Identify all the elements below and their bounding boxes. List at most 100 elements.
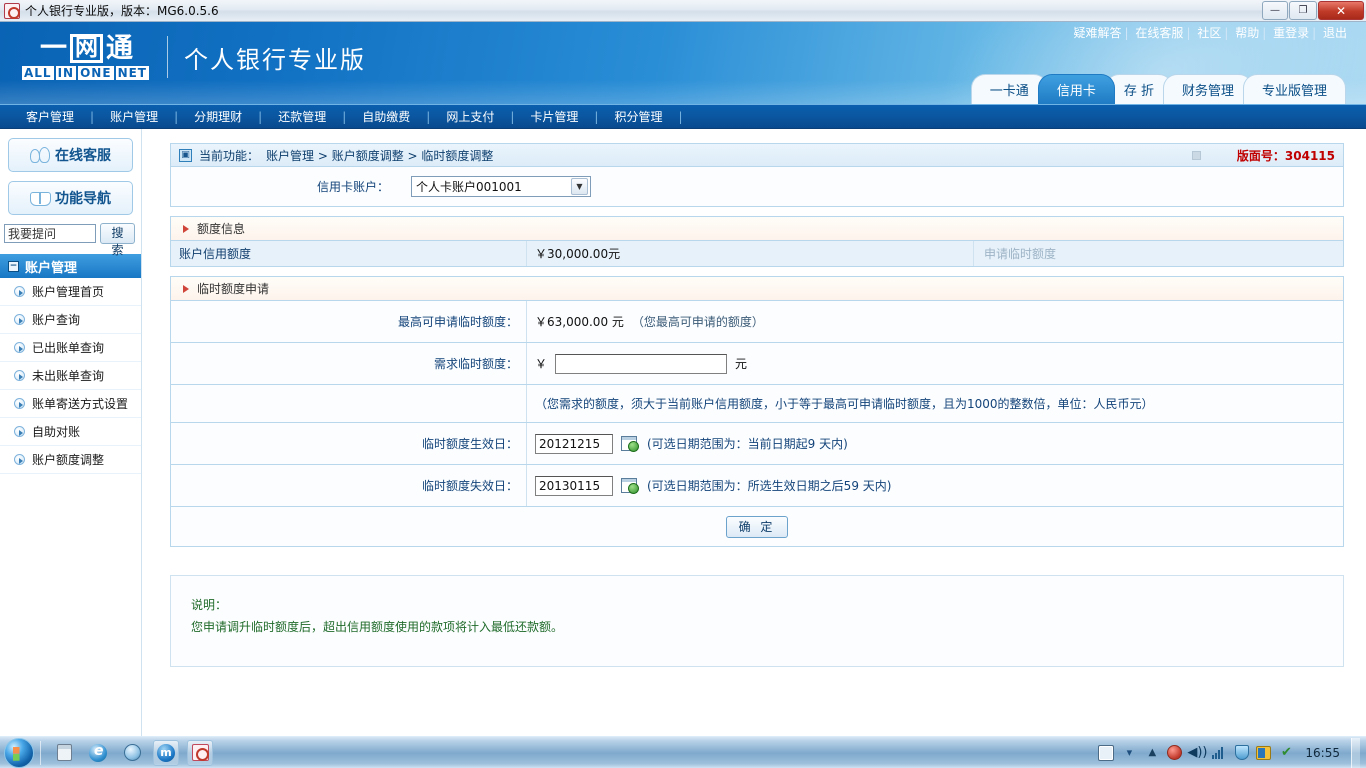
nav-item-customer[interactable]: 客户管理 xyxy=(10,108,90,125)
nav-item-self-payment[interactable]: 自助缴费 xyxy=(346,108,426,125)
collapse-toggle-icon[interactable]: − xyxy=(8,260,19,272)
requested-limit-input[interactable] xyxy=(555,353,728,374)
credit-card-account-select[interactable]: 个人卡账户001001 ▼ xyxy=(411,176,591,197)
network-signal-icon[interactable] xyxy=(1212,746,1228,759)
maxthon-browser-icon[interactable]: m xyxy=(153,739,179,766)
calculator-icon[interactable] xyxy=(51,740,77,766)
logo-mark: 一 网 通 ALL IN ONE NET xyxy=(22,34,151,80)
restore-button[interactable]: ❐ xyxy=(1289,1,1317,20)
expiry-date-label: 临时额度失效日： xyxy=(421,479,518,493)
logo-word-all: ALL xyxy=(22,66,54,80)
internet-explorer-icon[interactable] xyxy=(85,740,111,766)
sidebar-item-self-reconciliation[interactable]: 自助对账 xyxy=(0,418,141,446)
breadcrumb-path: 账户管理 > 账户额度调整 > 临时额度调整 xyxy=(266,148,494,163)
maxthon-glyph: m xyxy=(157,743,175,762)
row-requested-limit: 需求临时额度： ￥ 元 xyxy=(170,343,1344,385)
nav-item-online-payment[interactable]: 网上支付 xyxy=(430,108,510,125)
expiry-date-input[interactable] xyxy=(535,475,613,496)
nav-item-repayment[interactable]: 还款管理 xyxy=(262,108,342,125)
logo-english-tagline: ALL IN ONE NET xyxy=(22,66,151,80)
book-icon xyxy=(30,190,51,206)
row-effective-date: 临时额度生效日： (可选日期范围为：当前日期起9 天内) xyxy=(170,423,1344,465)
office-icon[interactable] xyxy=(1256,745,1272,760)
credit-limit-value: ￥30,000.00元 xyxy=(526,241,973,266)
calendar-icon[interactable] xyxy=(621,436,639,452)
rule-note-text: （您需求的额度，须大于当前账户信用额度，小于等于最高可申请临时额度，且为1000… xyxy=(535,397,1154,411)
sidebar-item-label: 未出账单查询 xyxy=(32,369,105,383)
sidebar-item-account-home[interactable]: 账户管理首页 xyxy=(0,278,141,306)
antivirus-check-icon[interactable]: ✔ xyxy=(1278,745,1294,761)
sidebar-function-guide-label: 功能导航 xyxy=(55,191,111,207)
sidebar-item-account-query[interactable]: 账户查询 xyxy=(0,306,141,334)
breadcrumb-left: ▣ 当前功能： 账户管理 > 账户额度调整 > 临时额度调整 xyxy=(179,147,493,164)
volume-icon[interactable]: ◀)) xyxy=(1187,745,1207,761)
apply-temp-limit-link[interactable]: 申请临时额度 xyxy=(973,241,1343,266)
sidebar-online-service-button[interactable]: 在线客服 xyxy=(8,138,133,172)
form-button-bar: 确 定 xyxy=(170,507,1344,547)
system-tray: ▾ ▲ ◀)) ✔ 16:55 xyxy=(1098,737,1366,768)
page-banner: 疑难解答 | 在线客服 | 社区 | 帮助 | 重登录 | 退出 一 网 通 ALL IN O… xyxy=(0,22,1366,104)
link-relogin[interactable]: 重登录 xyxy=(1270,26,1312,40)
close-button[interactable]: ✕ xyxy=(1318,1,1364,20)
logo-word-one: ONE xyxy=(78,66,114,80)
clock-icon[interactable] xyxy=(119,740,145,766)
expiry-date-note: (可选日期范围为：所选生效日期之后59 天内) xyxy=(647,479,892,493)
chevron-down-icon[interactable]: ▼ xyxy=(571,178,588,195)
window-icon: ▣ xyxy=(179,148,192,162)
bullet-arrow-icon xyxy=(14,342,25,353)
taskbar-clock[interactable]: 16:55 xyxy=(1301,746,1344,760)
link-faq[interactable]: 疑难解答 xyxy=(1071,26,1125,40)
logo-char-wang: 网 xyxy=(70,34,103,63)
minimize-button[interactable]: — xyxy=(1262,1,1288,20)
row-max-applicable-limit: 最高可申请临时额度： ￥63,000.00 元 （您最高可申请的额度） xyxy=(170,301,1344,343)
link-help[interactable]: 帮助 xyxy=(1232,26,1262,40)
effective-date-label: 临时额度生效日： xyxy=(421,437,518,451)
show-desktop-button[interactable] xyxy=(1351,737,1360,768)
search-button[interactable]: 搜索 xyxy=(100,223,135,257)
calendar-icon[interactable] xyxy=(621,478,639,494)
currency-symbol: ￥ xyxy=(535,357,548,371)
sidebar-item-issued-statement-query[interactable]: 已出账单查询 xyxy=(0,334,141,362)
sidebar-item-label: 账户管理首页 xyxy=(32,285,105,299)
keyboard-icon[interactable] xyxy=(1098,744,1115,761)
window-title: 个人银行专业版，版本：MG6.0.5.6 xyxy=(25,4,219,18)
sidebar-item-unissued-statement-query[interactable]: 未出账单查询 xyxy=(0,362,141,390)
credit-limit-label: 账户信用额度 xyxy=(179,247,252,261)
section-title-temp-apply: 临时额度申请 xyxy=(197,282,270,296)
sidebar-item-label: 账户查询 xyxy=(32,313,81,327)
tab-pro-management[interactable]: 专业版管理 xyxy=(1242,74,1346,104)
confirm-button[interactable]: 确 定 xyxy=(725,515,789,538)
row-expiry-date: 临时额度失效日： (可选日期范围为：所选生效日期之后59 天内) xyxy=(170,465,1344,507)
tab-finance-management[interactable]: 财务管理 xyxy=(1162,74,1253,104)
version-badge: 版面号：304115 xyxy=(1236,148,1335,163)
nav-item-card[interactable]: 卡片管理 xyxy=(514,108,594,125)
link-community[interactable]: 社区 xyxy=(1194,26,1224,40)
ime-icon[interactable]: ▾ xyxy=(1121,745,1137,761)
sidebar-search: 搜索 xyxy=(4,223,135,257)
sidebar-item-account-limit-adjustment[interactable]: 账户额度调整 xyxy=(0,446,141,474)
bank-app-taskbar-icon[interactable] xyxy=(187,739,213,766)
nav-item-points[interactable]: 积分管理 xyxy=(598,108,678,125)
description-title: 说明： xyxy=(191,598,228,612)
block-icon[interactable] xyxy=(1167,745,1183,760)
max-limit-note: （您最高可申请的额度） xyxy=(631,315,764,329)
bullet-arrow-icon xyxy=(14,398,25,409)
bank-app-icon xyxy=(4,2,20,19)
link-logout[interactable]: 退出 xyxy=(1320,26,1350,40)
show-hidden-icons-chevron[interactable]: ▲ xyxy=(1144,745,1160,761)
bullet-arrow-icon xyxy=(14,286,25,297)
table-row-credit-limit: 账户信用额度 ￥30,000.00元 申请临时额度 xyxy=(170,241,1344,267)
windows-start-orb[interactable] xyxy=(4,737,34,768)
nav-item-account[interactable]: 账户管理 xyxy=(94,108,174,125)
taskbar-divider xyxy=(40,740,41,765)
link-online-service[interactable]: 在线客服 xyxy=(1132,26,1186,40)
sidebar-function-guide-button[interactable]: 功能导航 xyxy=(8,181,133,215)
effective-date-input[interactable] xyxy=(535,433,613,454)
security-shield-icon[interactable] xyxy=(1235,745,1250,760)
triangle-right-icon xyxy=(183,224,189,233)
tab-yikatong[interactable]: 一卡通 xyxy=(970,74,1048,104)
sidebar-item-statement-delivery-settings[interactable]: 账单寄送方式设置 xyxy=(0,390,141,418)
tab-credit-card[interactable]: 信用卡 xyxy=(1037,74,1115,104)
nav-item-installment[interactable]: 分期理财 xyxy=(178,108,258,125)
search-input[interactable] xyxy=(4,224,96,243)
